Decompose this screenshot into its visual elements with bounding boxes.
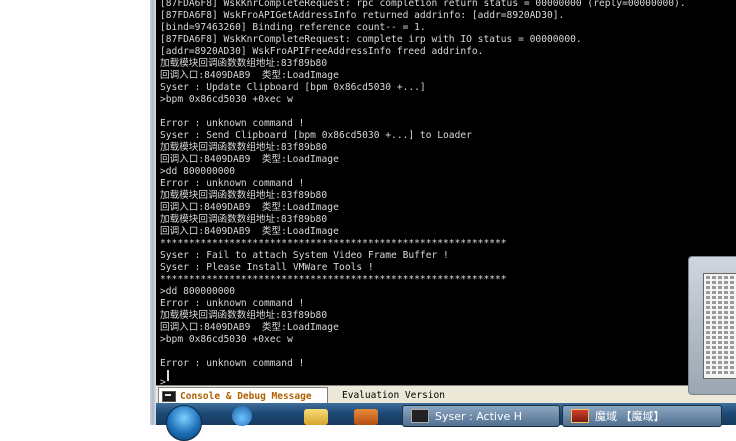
taskbar-button-syser[interactable]: Syser : Active H xyxy=(402,405,560,427)
console-line: 加载模块回调函数数组地址:83f89b80 xyxy=(160,58,328,69)
console-line: [addr=8920AD30] WskFroAPIFreeAddressInfo… xyxy=(160,46,484,57)
folder-icon[interactable] xyxy=(304,409,328,425)
tab-console-debug-message[interactable]: Console & Debug Message xyxy=(158,387,328,404)
tab-console-label: Console & Debug Message xyxy=(180,390,312,402)
console-line: ****************************************… xyxy=(160,238,507,249)
console-line: Error : unknown command ! xyxy=(160,178,305,189)
desktop-background xyxy=(0,0,150,425)
console-icon xyxy=(162,390,176,402)
console-line: 加载模块回调函数数组地址:83f89b80 xyxy=(160,190,328,201)
console-line: 加载模块回调函数数组地址:83f89b80 xyxy=(160,310,328,321)
taskbar-syser-label: Syser : Active H xyxy=(435,409,523,423)
console-line: [87FDA6F8] WskKnrCompleteRequest: comple… xyxy=(160,34,582,45)
console-line: 加载模块回调函数数组地址:83f89b80 xyxy=(160,214,328,225)
media-player-icon[interactable] xyxy=(354,409,378,425)
internet-explorer-icon[interactable] xyxy=(232,406,252,426)
console-line: Error : unknown command ! xyxy=(160,358,305,369)
console-tab-bar: Console & Debug Message Evaluation Versi… xyxy=(156,385,736,404)
console-output[interactable]: [87FDA6F8] WskKnrCompleteRequest: rpc co… xyxy=(156,0,736,385)
command-prompt[interactable]: > xyxy=(160,370,190,385)
windows-taskbar: Syser : Active H 魔域 【魔域】 xyxy=(156,403,736,441)
console-line: >dd 800000000 xyxy=(160,286,236,297)
console-line: [87FDA6F8] WskKnrCompleteRequest: rpc co… xyxy=(160,0,686,9)
console-line: >dd 800000000 xyxy=(160,166,236,177)
console-line: Error : unknown command ! xyxy=(160,118,305,129)
console-line: [bind=97463260] Binding reference count-… xyxy=(160,22,426,33)
console-line: Syser : Update Clipboard [bpm 0x86cd5030… xyxy=(160,82,426,93)
thumbnail-window-preview xyxy=(703,273,736,379)
console-line: Error : unknown command ! xyxy=(160,298,305,309)
taskbar-thumbnail-preview[interactable] xyxy=(688,256,736,395)
console-line: 回调入口:8409DAB9 类型:LoadImage xyxy=(160,322,339,333)
console-line: 回调入口:8409DAB9 类型:LoadImage xyxy=(160,226,339,237)
console-line: Syser : Please Install VMWare Tools ! xyxy=(160,262,374,273)
console-line: 回调入口:8409DAB9 类型:LoadImage xyxy=(160,202,339,213)
console-line: >bpm 0x86cd5030 +0xec w xyxy=(160,334,293,345)
tab-evaluation-version[interactable]: Evaluation Version xyxy=(342,387,462,403)
prompt-symbol: > xyxy=(160,377,166,385)
console-line: [87FDA6F8] WskFroAPIGetAddressInfo retur… xyxy=(160,10,565,21)
console-line: 回调入口:8409DAB9 类型:LoadImage xyxy=(160,70,339,81)
syser-app-icon xyxy=(411,409,429,423)
console-line: Syser : Send Clipboard [bpm 0x86cd5030 +… xyxy=(160,130,472,141)
game-app-icon xyxy=(571,409,589,423)
taskbar-game-label: 魔域 【魔域】 xyxy=(595,410,665,423)
console-lines: [87FDA6F8] WskKnrCompleteRequest: rpc co… xyxy=(160,0,686,370)
console-line: 加载模块回调函数数组地址:83f89b80 xyxy=(160,142,328,153)
console-line: Syser : Fail to attach System Video Fram… xyxy=(160,250,449,261)
text-cursor xyxy=(166,370,169,381)
console-line: >bpm 0x86cd5030 +0xec w xyxy=(160,94,293,105)
console-line: 回调入口:8409DAB9 类型:LoadImage xyxy=(160,154,339,165)
tab-evaluation-label: Evaluation Version xyxy=(342,389,445,401)
start-button[interactable] xyxy=(166,405,202,441)
taskbar-button-game[interactable]: 魔域 【魔域】 xyxy=(562,405,722,427)
console-line: ****************************************… xyxy=(160,274,507,285)
